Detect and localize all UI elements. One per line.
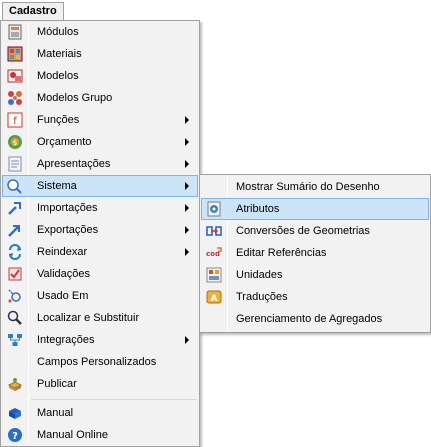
menu-item-localizar-substituir[interactable]: Localizar e Substituir [2,307,198,329]
used-in-icon [7,288,23,304]
cadastro-dropdown-menu: Módulos Materiais Modelos Modelos Grupo … [0,20,200,447]
validations-icon [7,266,23,282]
menu-item-manual-online[interactable]: ? Manual Online [2,424,198,446]
submenu-arrow-icon [185,336,189,344]
submenu-arrow-icon [185,116,189,124]
svg-text:?: ? [12,431,18,442]
menu-item-modelos-grupo[interactable]: Modelos Grupo [2,87,198,109]
reindex-icon [7,244,23,260]
submenu-arrow-icon [185,226,189,234]
menu-item-reindexar[interactable]: Reindexar [2,241,198,263]
submenu-item-traducoes[interactable]: A Traduções [201,286,429,308]
publish-icon [7,376,23,392]
geometry-conversion-icon [206,223,222,239]
integrations-icon [7,332,23,348]
submenu-arrow-icon [185,182,189,190]
units-icon [206,267,222,283]
menu-item-modulos[interactable]: Módulos [2,21,198,43]
svg-text:f: f [13,116,17,127]
sistema-submenu: Mostrar Sumário do Desenho Atributos Con… [199,174,431,333]
exports-icon [7,222,23,238]
menu-bar: Cadastro [0,0,431,21]
menu-item-importacoes[interactable]: Importações [2,197,198,219]
menu-item-manual[interactable]: Manual [2,402,198,424]
menu-item-materiais[interactable]: Materiais [2,43,198,65]
model-group-icon [7,90,23,106]
svg-text:$: $ [13,139,17,147]
menu-item-exportacoes[interactable]: Exportações [2,219,198,241]
menu-item-usado-em[interactable]: Usado Em [2,285,198,307]
svg-text:A: A [211,294,218,304]
submenu-item-editar-referencias[interactable]: cod Editar Referências [201,242,429,264]
submenu-item-mostrar-sumario[interactable]: Mostrar Sumário do Desenho [201,176,429,198]
menu-item-integracoes[interactable]: Integrações [2,329,198,351]
submenu-item-gerenciamento-agregados[interactable]: Gerenciamento de Agregados [201,308,429,330]
menu-separator [31,399,197,400]
system-icon [7,178,23,194]
submenu-item-conversoes-geometrias[interactable]: Conversões de Geometrias [201,220,429,242]
menu-item-campos-personalizados[interactable]: Campos Personalizados [2,351,198,373]
functions-icon: f [7,112,23,128]
submenu-arrow-icon [185,204,189,212]
svg-text:cod: cod [206,250,220,258]
budget-icon: $ [7,134,23,150]
submenu-arrow-icon [185,160,189,168]
submenu-arrow-icon [185,248,189,256]
attributes-icon [206,201,222,217]
models-icon [7,68,23,84]
modules-icon [7,24,23,40]
help-icon: ? [7,427,23,443]
translations-icon: A [206,289,222,305]
menu-cadastro[interactable]: Cadastro [2,2,64,21]
submenu-item-atributos[interactable]: Atributos [201,198,429,220]
submenu-arrow-icon [185,138,189,146]
manual-icon [7,405,23,421]
menu-item-sistema[interactable]: Sistema [2,175,198,197]
find-replace-icon [7,310,23,326]
menu-item-apresentacoes[interactable]: Apresentações [2,153,198,175]
menu-item-publicar[interactable]: Publicar [2,373,198,395]
materials-icon [7,46,23,62]
menu-item-modelos[interactable]: Modelos [2,65,198,87]
presentations-icon [7,156,23,172]
imports-icon [7,200,23,216]
edit-references-icon: cod [206,245,222,261]
submenu-item-unidades[interactable]: Unidades [201,264,429,286]
menu-item-orcamento[interactable]: $ Orçamento [2,131,198,153]
menu-item-validacoes[interactable]: Validações [2,263,198,285]
menu-item-funcoes[interactable]: f Funções [2,109,198,131]
